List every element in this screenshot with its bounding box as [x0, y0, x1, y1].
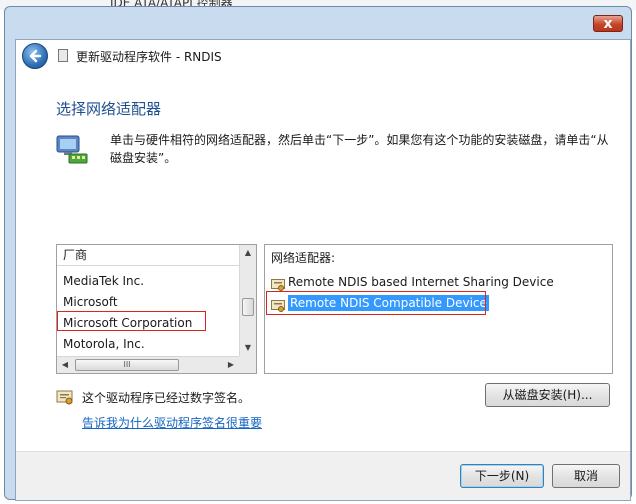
adapter-item[interactable]: Remote NDIS based Internet Sharing Devic… [271, 272, 554, 292]
horizontal-scroll-thumb[interactable]: III [75, 359, 179, 371]
vertical-scroll-thumb[interactable] [242, 298, 254, 316]
back-arrow-icon [29, 49, 42, 63]
scroll-up-icon[interactable]: ▲ [240, 245, 256, 261]
dialog-client-area: 更新驱动程序软件 - RNDIS 选择网络适配器 单击与硬件相符的网络适配器，然… [15, 39, 631, 501]
scrollbar-corner [239, 356, 256, 373]
page-title: 选择网络适配器 [56, 100, 162, 118]
device-icon [58, 49, 68, 62]
manufacturer-item[interactable]: MediaTek Inc. [63, 271, 144, 292]
manufacturer-vertical-scrollbar[interactable]: ▲ ▼ [239, 245, 256, 356]
window-title: 更新驱动程序软件 - RNDIS [76, 50, 222, 64]
certificate-icon [56, 390, 73, 405]
signing-status-text: 这个驱动程序已经过数字签名。 [82, 391, 251, 405]
adapter-list-header: 网络适配器: [271, 251, 336, 265]
manufacturer-list[interactable]: 厂商 MediaTek Inc. Microsoft Microsoft Cor… [56, 244, 257, 374]
close-button[interactable]: x [593, 15, 623, 32]
highlight-box-manufacturer [57, 311, 206, 331]
next-button[interactable]: 下一步(N) [460, 464, 544, 488]
manufacturer-list-header: 厂商 [57, 245, 239, 266]
manufacturer-item[interactable]: Microsoft [63, 292, 118, 313]
scroll-right-icon[interactable]: ▶ [223, 357, 239, 373]
back-button[interactable] [22, 43, 48, 69]
close-icon: x [603, 16, 613, 32]
adapter-item-label: Remote NDIS based Internet Sharing Devic… [288, 275, 554, 289]
instruction-text: 单击与硬件相符的网络适配器，然后单击“下一步”。如果您有这个功能的安装磁盘，请单… [110, 133, 609, 165]
driver-signing-help-link[interactable]: 告诉我为什么驱动程序签名很重要 [82, 414, 262, 431]
dialog-window: x 更新驱动程序软件 - RNDIS 选择网络适配器 单击与硬件相符的网络适配器… [4, 6, 632, 501]
scroll-left-icon[interactable]: ◀ [57, 357, 73, 373]
cancel-button[interactable]: 取消 [552, 464, 620, 488]
manufacturer-horizontal-scrollbar[interactable]: ◀ III ▶ [57, 356, 239, 373]
have-disk-button[interactable]: 从磁盘安装(H)... [485, 383, 610, 407]
signed-driver-icon [271, 277, 285, 291]
network-adapter-icon [56, 135, 88, 164]
manufacturer-item[interactable]: Motorola, Inc. [63, 334, 145, 355]
scroll-down-icon[interactable]: ▼ [240, 340, 256, 356]
highlight-box-adapter [266, 291, 486, 315]
dialog-footer: 下一步(N) 取消 [16, 451, 630, 500]
